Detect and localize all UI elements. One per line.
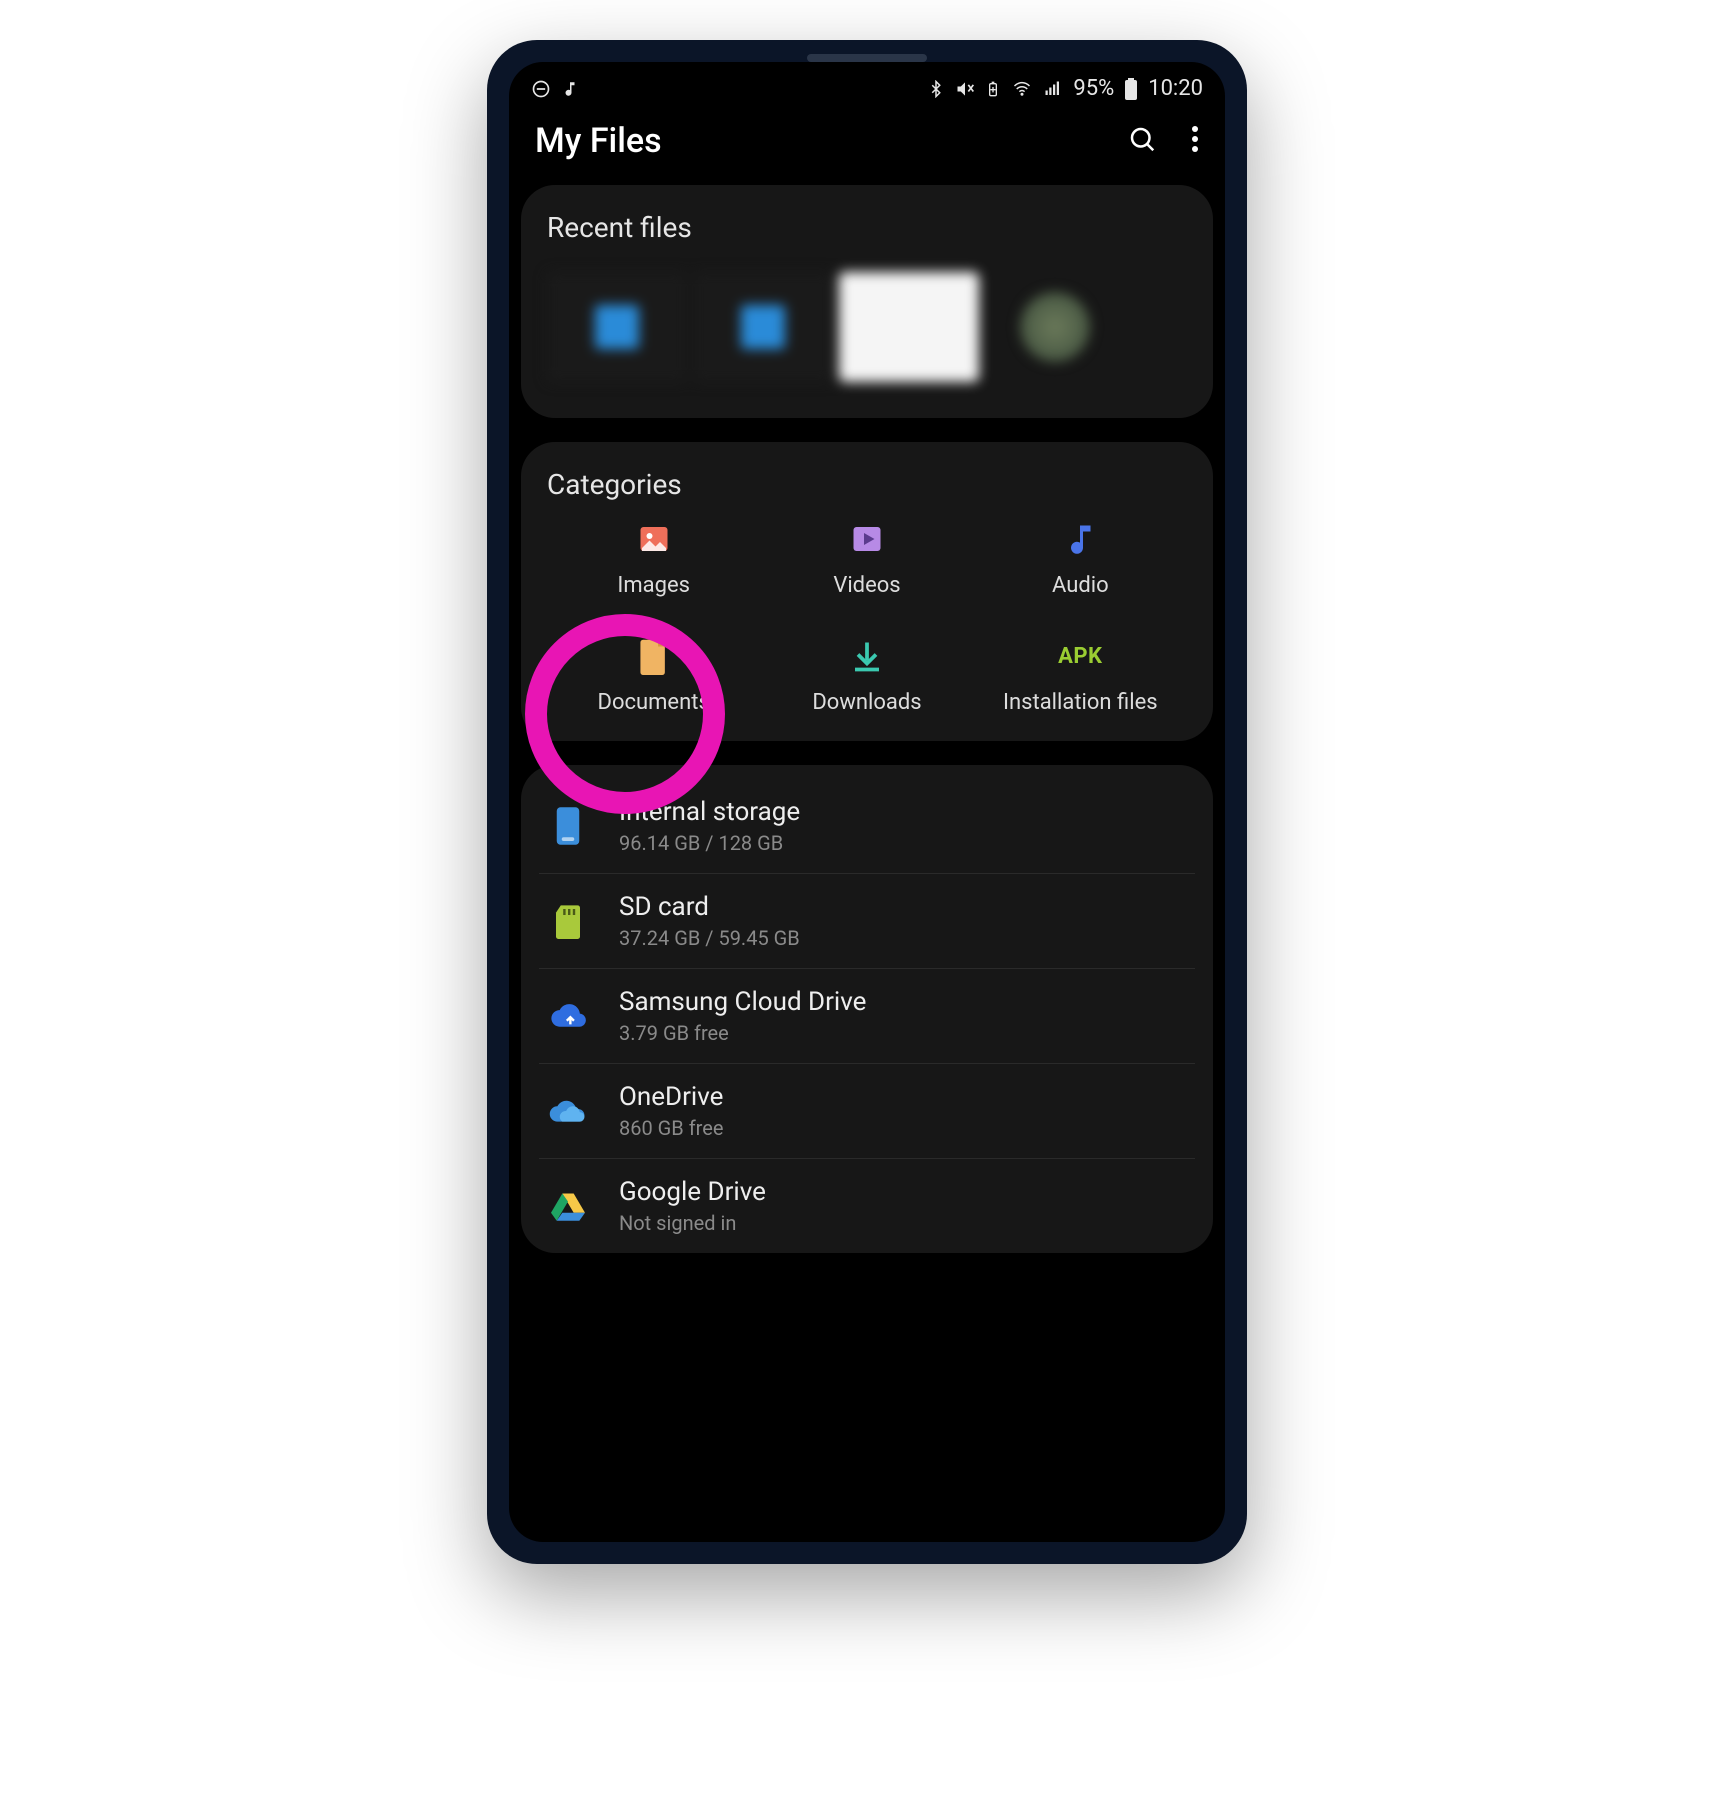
category-installation-files[interactable]: APK Downloads Installation files — [974, 636, 1187, 715]
storage-title: Internal storage — [619, 797, 800, 827]
storage-title: SD card — [619, 892, 800, 922]
search-button[interactable] — [1127, 124, 1157, 158]
bluetooth-icon — [927, 80, 945, 98]
category-downloads[interactable]: Downloads — [760, 636, 973, 715]
category-label: Images — [617, 573, 690, 598]
phone-frame: 95% 10:20 My Files Recent files — [487, 40, 1247, 1564]
sd-card-icon — [545, 903, 591, 939]
documents-icon — [634, 636, 674, 676]
recent-files-thumbnails[interactable] — [547, 262, 1187, 392]
category-label: Audio — [1052, 573, 1109, 598]
battery-percent: 95% — [1073, 76, 1114, 101]
storage-sdcard[interactable]: SD card 37.24 GB / 59.45 GB — [539, 873, 1195, 968]
apk-icon: APK — [1060, 636, 1100, 676]
storage-sub: 37.24 GB / 59.45 GB — [619, 926, 800, 950]
status-bar: 95% 10:20 — [509, 62, 1225, 111]
onedrive-icon — [545, 1098, 591, 1124]
more-options-button[interactable] — [1191, 124, 1199, 158]
battery-saver-icon — [985, 80, 1001, 98]
category-label: Installation files — [1003, 690, 1158, 715]
google-drive-icon — [545, 1191, 591, 1221]
app-title: My Files — [535, 121, 662, 161]
storage-title: Samsung Cloud Drive — [619, 987, 866, 1017]
categories-card: Categories Images Videos — [521, 442, 1213, 741]
storage-sub: 860 GB free — [619, 1116, 723, 1140]
battery-icon — [1124, 78, 1138, 100]
storage-samsung-cloud[interactable]: Samsung Cloud Drive 3.79 GB free — [539, 968, 1195, 1063]
music-icon — [561, 80, 579, 98]
app-bar: My Files — [509, 111, 1225, 185]
audio-icon — [1060, 519, 1100, 559]
recent-files-card: Recent files — [521, 185, 1213, 418]
mute-icon — [955, 79, 975, 99]
storage-sub: Not signed in — [619, 1211, 766, 1235]
storage-sub: 96.14 GB / 128 GB — [619, 831, 800, 855]
storage-google-drive[interactable]: Google Drive Not signed in — [539, 1158, 1195, 1253]
videos-icon — [847, 519, 887, 559]
samsung-cloud-icon — [545, 1002, 591, 1030]
category-label: Videos — [833, 573, 900, 598]
images-icon — [634, 519, 674, 559]
storage-title: OneDrive — [619, 1082, 723, 1112]
storage-title: Google Drive — [619, 1177, 766, 1207]
clock: 10:20 — [1148, 76, 1203, 101]
storage-card: Internal storage 96.14 GB / 128 GB SD ca… — [521, 765, 1213, 1253]
category-images[interactable]: Images — [547, 519, 760, 598]
category-documents[interactable]: Documents — [547, 636, 760, 715]
recent-files-title: Recent files — [547, 211, 1187, 244]
dnd-icon — [531, 79, 551, 99]
category-label: Documents — [598, 690, 710, 715]
signal-icon — [1043, 80, 1063, 98]
storage-internal[interactable]: Internal storage 96.14 GB / 128 GB — [539, 779, 1195, 873]
wifi-icon — [1011, 80, 1033, 98]
category-videos[interactable]: Videos — [760, 519, 973, 598]
storage-onedrive[interactable]: OneDrive 860 GB free — [539, 1063, 1195, 1158]
internal-storage-icon — [545, 806, 591, 846]
screen: 95% 10:20 My Files Recent files — [509, 62, 1225, 1542]
categories-title: Categories — [547, 468, 1187, 501]
category-audio[interactable]: Audio — [974, 519, 1187, 598]
category-label: Downloads — [812, 690, 921, 715]
downloads-icon — [847, 636, 887, 676]
storage-sub: 3.79 GB free — [619, 1021, 866, 1045]
